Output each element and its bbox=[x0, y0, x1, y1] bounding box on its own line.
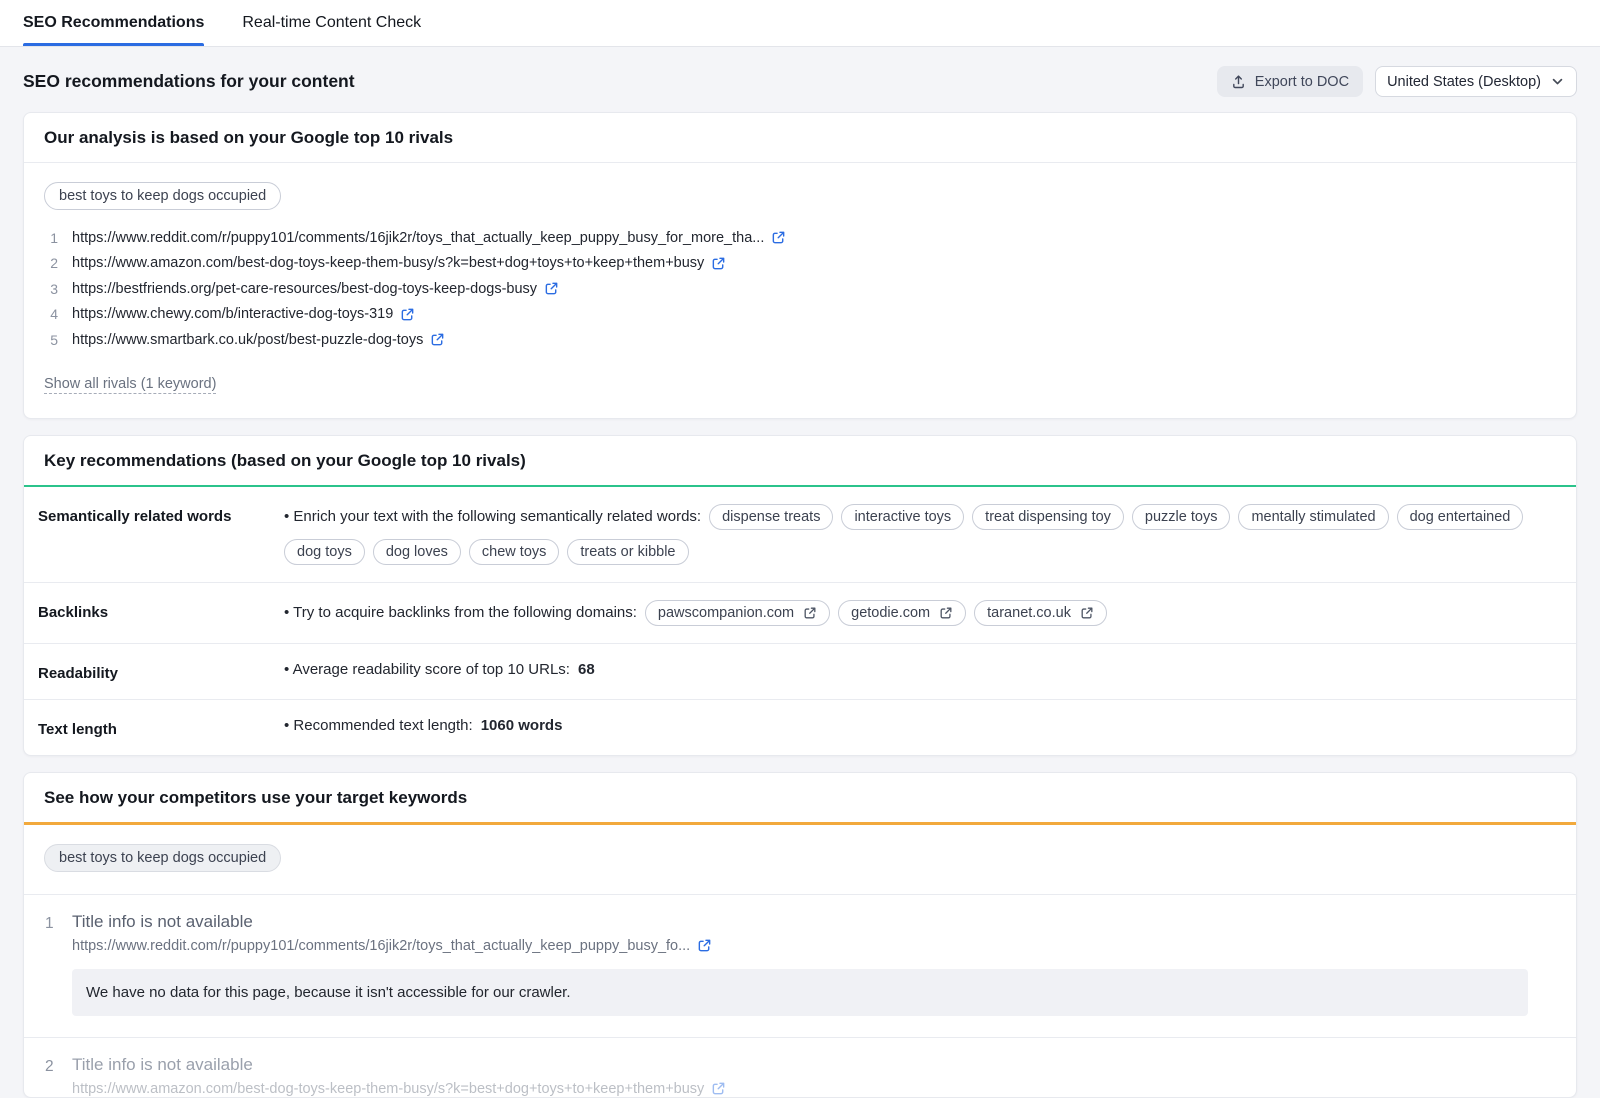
rec-label: Semantically related words bbox=[38, 504, 284, 525]
rival-row: 2 https://www.amazon.com/best-dog-toys-k… bbox=[44, 251, 1556, 277]
word-chip: mentally stimulated bbox=[1238, 504, 1388, 530]
item-number: 2 bbox=[45, 1055, 72, 1097]
item-url-link[interactable]: https://www.reddit.com/r/puppy101/commen… bbox=[72, 938, 1556, 954]
page-content: SEO recommendations for your content Exp… bbox=[0, 47, 1600, 1098]
word-chip: dog entertained bbox=[1397, 504, 1524, 530]
domain-chip[interactable]: taranet.co.uk bbox=[974, 600, 1107, 626]
domain-chip[interactable]: pawscompanion.com bbox=[645, 600, 830, 626]
external-link-icon[interactable] bbox=[939, 606, 953, 620]
rec-content: Average readability score of top 10 URLs… bbox=[284, 661, 1556, 678]
rival-url-link[interactable]: https://bestfriends.org/pet-care-resourc… bbox=[72, 281, 559, 297]
word-chip: interactive toys bbox=[841, 504, 964, 530]
tab-seo-recommendations[interactable]: SEO Recommendations bbox=[23, 0, 204, 46]
item-number: 1 bbox=[45, 912, 72, 1037]
rival-number: 3 bbox=[44, 281, 58, 297]
competitors-card: See how your competitors use your target… bbox=[23, 772, 1577, 1098]
page-header: SEO recommendations for your content Exp… bbox=[23, 66, 1577, 97]
domain-chip[interactable]: getodie.com bbox=[838, 600, 966, 626]
rival-url-link[interactable]: https://www.chewy.com/b/interactive-dog-… bbox=[72, 306, 415, 322]
rec-content: Recommended text length: 1060 words bbox=[284, 717, 1556, 734]
key-recommendations-card: Key recommendations (based on your Googl… bbox=[23, 435, 1577, 756]
no-data-note: We have no data for this page, because i… bbox=[72, 969, 1528, 1016]
rival-url-list: 1 https://www.reddit.com/r/puppy101/comm… bbox=[44, 225, 1556, 353]
competitors-card-title: See how your competitors use your target… bbox=[24, 773, 1576, 825]
rival-url-link[interactable]: https://www.amazon.com/best-dog-toys-kee… bbox=[72, 255, 726, 271]
external-link-icon[interactable] bbox=[711, 256, 726, 271]
rec-row-semantic: Semantically related words Enrich your t… bbox=[24, 487, 1576, 583]
rec-label: Text length bbox=[38, 717, 284, 738]
competitors-keyword-area: best toys to keep dogs occupied bbox=[24, 825, 1576, 895]
show-all-rivals-link[interactable]: Show all rivals (1 keyword) bbox=[44, 376, 216, 394]
item-title: Title info is not available bbox=[72, 912, 1556, 932]
readability-text: Average readability score of top 10 URLs… bbox=[284, 661, 570, 678]
competitor-item: 1 Title info is not available https://ww… bbox=[24, 895, 1576, 1037]
rivals-card-body: best toys to keep dogs occupied 1 https:… bbox=[24, 163, 1576, 418]
rec-intro: Enrich your text with the following sema… bbox=[284, 508, 701, 525]
word-chip: puzzle toys bbox=[1132, 504, 1231, 530]
rec-intro: Try to acquire backlinks from the follow… bbox=[284, 604, 637, 621]
item-url-link[interactable]: https://www.amazon.com/best-dog-toys-kee… bbox=[72, 1081, 1556, 1097]
rec-label: Readability bbox=[38, 661, 284, 682]
readability-value: 68 bbox=[578, 661, 595, 678]
region-selector[interactable]: United States (Desktop) bbox=[1375, 66, 1577, 97]
rival-row: 5 https://www.smartbark.co.uk/post/best-… bbox=[44, 327, 1556, 353]
rec-row-backlinks: Backlinks Try to acquire backlinks from … bbox=[24, 583, 1576, 644]
rival-row: 4 https://www.chewy.com/b/interactive-do… bbox=[44, 302, 1556, 328]
external-link-icon[interactable] bbox=[1080, 606, 1094, 620]
rec-content: Try to acquire backlinks from the follow… bbox=[284, 600, 1556, 626]
rival-url-link[interactable]: https://www.reddit.com/r/puppy101/commen… bbox=[72, 230, 786, 246]
rival-number: 4 bbox=[44, 306, 58, 322]
word-chip: treats or kibble bbox=[567, 539, 688, 565]
rival-number: 5 bbox=[44, 332, 58, 348]
external-link-icon[interactable] bbox=[771, 230, 786, 245]
item-title: Title info is not available bbox=[72, 1055, 1556, 1075]
key-recommendations-title: Key recommendations (based on your Googl… bbox=[24, 436, 1576, 487]
region-selector-value: United States (Desktop) bbox=[1387, 74, 1541, 90]
top-tab-bar: SEO Recommendations Real-time Content Ch… bbox=[0, 0, 1600, 47]
export-button-label: Export to DOC bbox=[1255, 74, 1349, 90]
header-actions: Export to DOC United States (Desktop) bbox=[1217, 66, 1577, 97]
rival-row: 3 https://bestfriends.org/pet-care-resou… bbox=[44, 276, 1556, 302]
external-link-icon[interactable] bbox=[803, 606, 817, 620]
word-chip: chew toys bbox=[469, 539, 559, 565]
rec-label: Backlinks bbox=[38, 600, 284, 621]
rec-row-readability: Readability Average readability score of… bbox=[24, 644, 1576, 700]
keyword-chip: best toys to keep dogs occupied bbox=[44, 844, 281, 872]
external-link-icon[interactable] bbox=[711, 1081, 726, 1096]
word-chip: treat dispensing toy bbox=[972, 504, 1124, 530]
rival-row: 1 https://www.reddit.com/r/puppy101/comm… bbox=[44, 225, 1556, 251]
rival-number: 1 bbox=[44, 230, 58, 246]
word-chip: dispense treats bbox=[709, 504, 833, 530]
external-link-icon[interactable] bbox=[430, 332, 445, 347]
page-title: SEO recommendations for your content bbox=[23, 71, 355, 92]
text-length-value: 1060 words bbox=[481, 717, 563, 734]
rival-url-link[interactable]: https://www.smartbark.co.uk/post/best-pu… bbox=[72, 332, 445, 348]
export-to-doc-button[interactable]: Export to DOC bbox=[1217, 66, 1363, 97]
chevron-down-icon bbox=[1550, 74, 1565, 89]
word-chip: dog loves bbox=[373, 539, 461, 565]
tab-realtime-content-check[interactable]: Real-time Content Check bbox=[242, 0, 421, 46]
word-chip: dog toys bbox=[284, 539, 365, 565]
rival-number: 2 bbox=[44, 255, 58, 271]
upload-icon bbox=[1231, 74, 1246, 89]
external-link-icon[interactable] bbox=[544, 281, 559, 296]
rivals-card: Our analysis is based on your Google top… bbox=[23, 112, 1577, 419]
rec-row-text-length: Text length Recommended text length: 106… bbox=[24, 700, 1576, 755]
rivals-card-title: Our analysis is based on your Google top… bbox=[24, 113, 1576, 163]
rec-content: Enrich your text with the following sema… bbox=[284, 504, 1556, 565]
external-link-icon[interactable] bbox=[697, 938, 712, 953]
text-length-text: Recommended text length: bbox=[284, 717, 473, 734]
competitor-item: 2 Title info is not available https://ww… bbox=[24, 1037, 1576, 1097]
keyword-chip: best toys to keep dogs occupied bbox=[44, 182, 281, 210]
external-link-icon[interactable] bbox=[400, 307, 415, 322]
